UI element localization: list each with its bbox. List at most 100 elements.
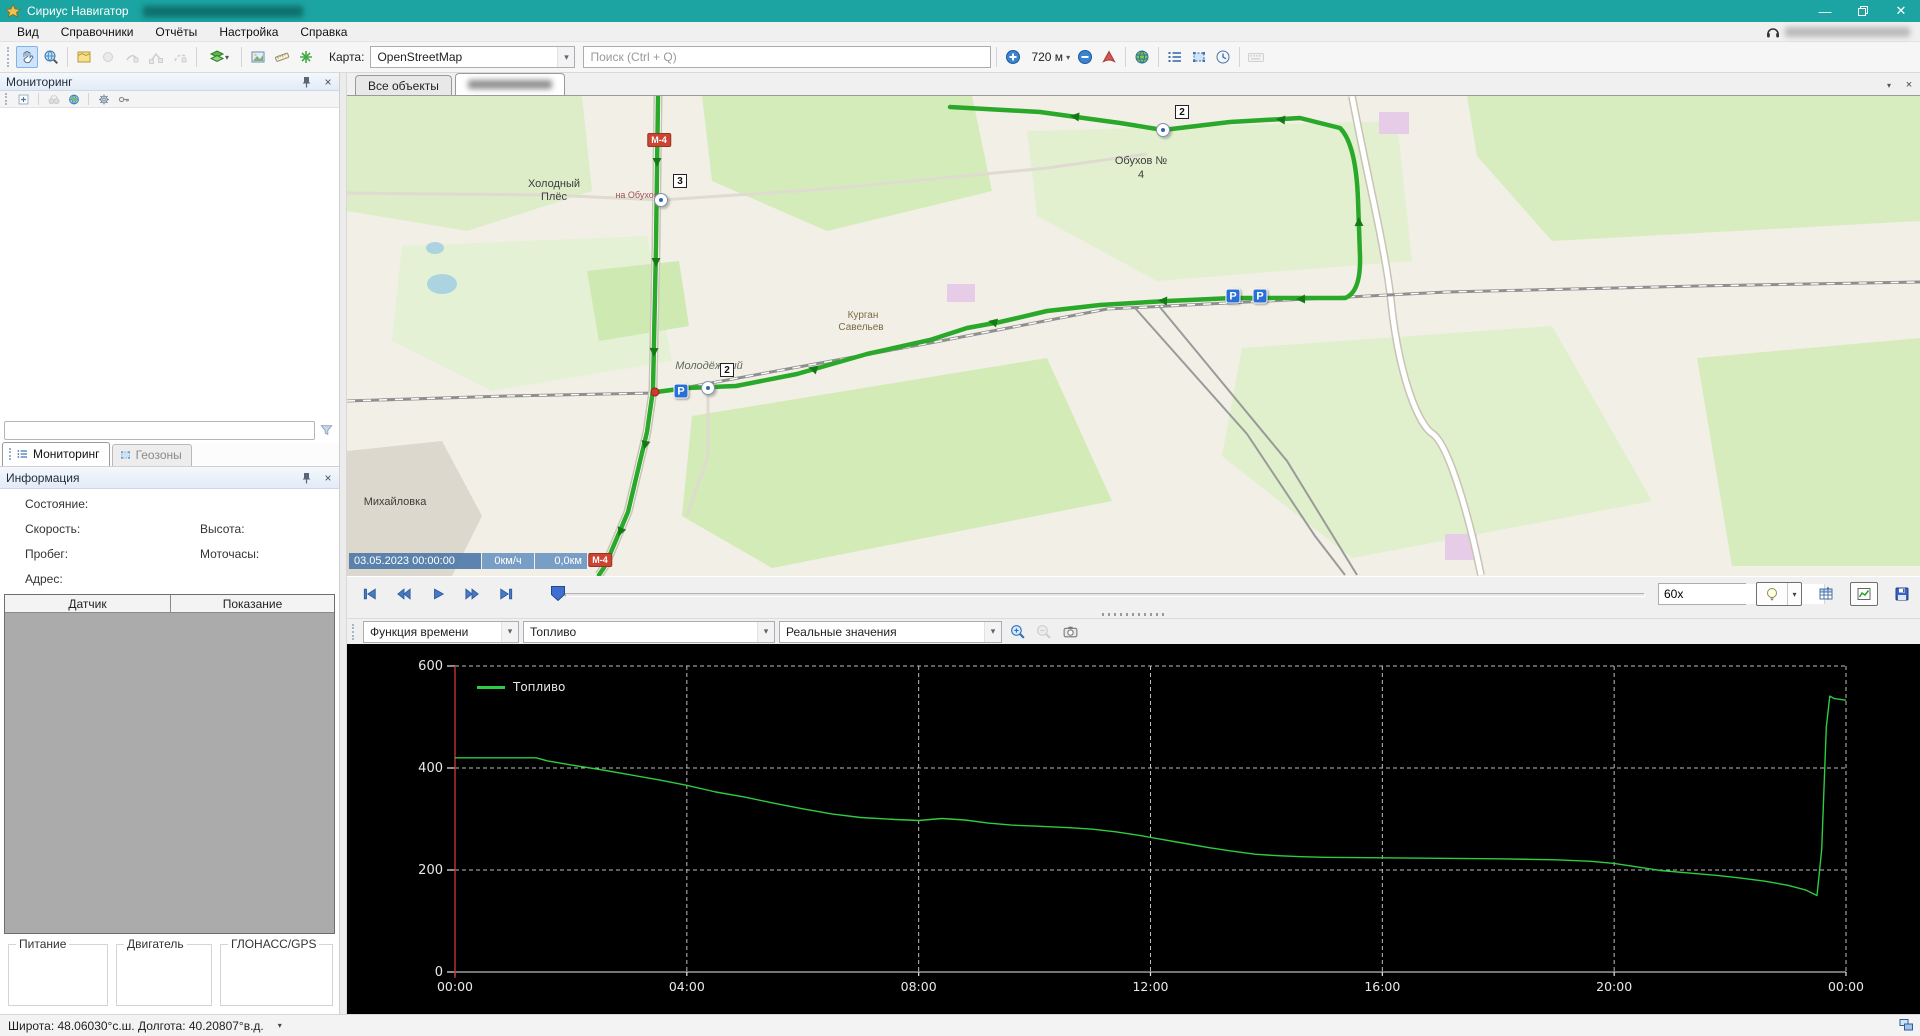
map-marker-number[interactable]: 2 [720,363,734,377]
state-label: Состояние: [25,497,88,511]
toolbar-drag-handle[interactable] [7,47,11,67]
fast-forward-button[interactable] [457,581,487,607]
chart-toolbar-handle[interactable] [352,624,356,640]
info-fields: Состояние: Скорость: Высота: Пробег: Мот… [0,489,339,592]
chevron-down-icon[interactable]: ▾ [278,1021,282,1030]
vertical-splitter[interactable] [340,73,347,1014]
tab-track-object[interactable] [455,73,565,95]
value-column-header[interactable]: Показание [171,595,334,612]
access-keys-button[interactable] [115,92,132,107]
zoom-out-button[interactable] [1074,46,1096,68]
horizontal-splitter[interactable] [347,610,1920,618]
track-point-b-button[interactable] [145,46,167,68]
track-style-button[interactable]: ▾ [1756,582,1802,606]
track-point-a-button[interactable] [121,46,143,68]
track-clear-button[interactable] [169,46,191,68]
zoom-in-button[interactable] [1002,46,1024,68]
chart-mode-select[interactable]: Функция времени ▾ [363,621,519,643]
show-table-button[interactable] [1812,582,1840,606]
chart-zoom-out-button[interactable] [1032,622,1054,642]
tab-geozones[interactable]: Геозоны [112,444,192,466]
map-marker-point[interactable] [1156,123,1170,137]
pin-icon[interactable] [299,471,313,485]
route-button[interactable] [295,46,317,68]
map-marker-number[interactable]: 3 [673,174,687,188]
chart-values-select[interactable]: Реальные значения ▾ [779,621,1002,643]
save-button[interactable] [1888,582,1916,606]
history-button[interactable] [1212,46,1234,68]
fuel-chart[interactable]: 020040060000:0004:0008:0012:0016:0020:00… [347,644,1920,1014]
tab-monitoring[interactable]: Мониторинг [2,442,110,466]
show-chart-button[interactable] [1850,582,1878,606]
filter-button[interactable] [318,423,335,438]
minimize-button[interactable]: — [1806,0,1844,22]
search-on-map-button[interactable] [40,46,62,68]
svg-text:20:00: 20:00 [1596,979,1632,994]
legend-label: Топливо [513,680,565,694]
sensor-column-header[interactable]: Датчик [5,595,171,612]
chart-snapshot-button[interactable] [1058,622,1082,642]
tab-list-dropdown[interactable]: ▾ [1882,78,1896,92]
toolbar-separator [1158,47,1159,67]
chart-values-value: Реальные значения [780,625,984,639]
search-input[interactable] [583,46,991,68]
rewind-button[interactable] [389,581,419,607]
keyboard-icon [1247,49,1265,65]
timeline-position-marker[interactable] [550,585,566,605]
close-icon[interactable]: × [321,471,335,485]
restore-button[interactable] [1844,0,1882,22]
glonass-group: ГЛОНАСС/GPS [220,944,333,1006]
map-scale-select[interactable]: 720 м ▾ [1026,46,1072,68]
magnifier-minus-icon [1035,623,1052,640]
chevron-down-icon: ▾ [757,622,774,642]
chart-sensor-select[interactable]: Топливо ▾ [523,621,775,643]
map-source-select[interactable]: OpenStreetMap ▾ [370,46,575,68]
map-marker-point[interactable] [701,381,715,395]
tab-close-button[interactable]: × [1902,78,1916,92]
measure-button[interactable] [271,46,293,68]
menu-item-3[interactable]: Настройка [208,23,289,41]
skip-to-start-button[interactable] [355,581,385,607]
map-marker-parking[interactable]: P [1226,289,1241,304]
chart-zoom-in-button[interactable] [1006,622,1028,642]
home-view-button[interactable] [1098,46,1120,68]
timeline-slider[interactable] [565,593,1645,597]
menu-item-4[interactable]: Справка [289,23,358,41]
main-area: Мониторинг × [0,73,1920,1014]
map-marker-parking[interactable]: P [1253,289,1268,304]
object-list-button[interactable] [1164,46,1186,68]
globe-search-icon [43,49,59,65]
screenshot-button[interactable] [247,46,269,68]
close-icon[interactable]: × [321,75,335,89]
map-edit-button[interactable] [73,46,95,68]
settings-button[interactable] [95,92,112,107]
pan-tool-button[interactable] [16,46,38,68]
object-list[interactable] [0,108,339,418]
find-object-button[interactable] [45,92,62,107]
close-button[interactable]: ✕ [1882,0,1920,22]
panel-toolbar-handle[interactable] [5,93,9,105]
map-marker-point[interactable] [654,193,668,207]
keyboard-button[interactable] [1245,46,1267,68]
menu-item-0[interactable]: Вид [6,23,50,41]
menu-item-2[interactable]: Отчёты [144,23,208,41]
skip-to-end-button[interactable] [491,581,521,607]
map-label: Обухов № [1115,155,1167,167]
map-viewport[interactable]: ХолодныйПлёсна ОбуховОбухов №4КурганСаве… [347,96,1920,576]
layers-button[interactable]: ▾ [202,46,236,68]
pin-icon[interactable] [299,75,313,89]
expand-all-button[interactable] [15,92,32,107]
tab-all-objects[interactable]: Все объекты [355,75,452,95]
object-filter-input[interactable] [4,421,315,440]
track-start-button[interactable] [97,46,119,68]
map-marker-parking[interactable]: P [674,384,689,399]
sensor-table-body[interactable] [5,613,334,933]
geozone-icon [119,449,132,461]
show-on-map-button[interactable] [65,92,82,107]
engine-group-label: Двигатель [124,937,187,951]
menu-item-1[interactable]: Справочники [50,23,145,41]
globe-button[interactable] [1131,46,1153,68]
map-marker-number[interactable]: 2 [1175,105,1189,119]
play-button[interactable] [423,581,453,607]
select-area-button[interactable] [1188,46,1210,68]
